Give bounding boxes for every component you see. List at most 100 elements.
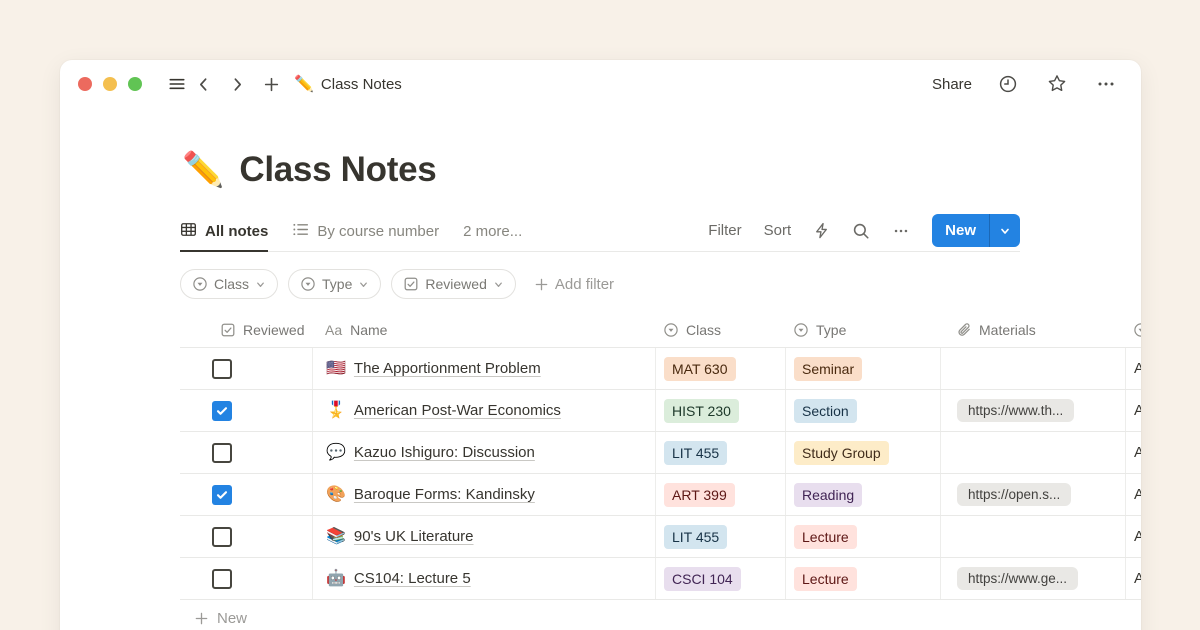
- select-icon: [300, 276, 316, 292]
- reviewed-cell: [180, 558, 312, 599]
- column-header-class[interactable]: Class: [655, 313, 785, 347]
- add-filter-label: Add filter: [555, 276, 614, 293]
- row-title-link[interactable]: Baroque Forms: Kandinsky: [354, 486, 535, 503]
- checkbox-unchecked[interactable]: [212, 527, 232, 547]
- new-row-label: New: [217, 610, 247, 627]
- materials-cell[interactable]: https://www.th...: [940, 390, 1125, 431]
- automation-lightning-icon[interactable]: [813, 222, 830, 239]
- page-title-emoji-icon[interactable]: ✏️: [182, 153, 224, 187]
- page-title: Class Notes: [239, 150, 436, 190]
- view-tab-all-notes[interactable]: All notes: [180, 214, 268, 252]
- new-page-plus-icon[interactable]: [258, 71, 284, 97]
- view-tab-label: By course number: [317, 223, 439, 240]
- database-table: ReviewedAaNameClassTypeMaterials 🇺🇸The A…: [180, 313, 1141, 600]
- select-icon: [192, 276, 208, 292]
- page-header: ✏️ Class Notes: [182, 150, 1141, 190]
- type-cell[interactable]: Seminar: [785, 348, 940, 389]
- history-clock-icon[interactable]: [995, 71, 1021, 97]
- add-filter-button[interactable]: Add filter: [534, 276, 614, 293]
- row-title-link[interactable]: CS104: Lecture 5: [354, 570, 471, 587]
- type-cell[interactable]: Lecture: [785, 558, 940, 599]
- select-icon: [793, 322, 809, 338]
- favorite-star-icon[interactable]: [1044, 71, 1070, 97]
- materials-url-pill[interactable]: https://www.ge...: [957, 567, 1078, 590]
- column-header-name[interactable]: AaName: [312, 313, 655, 347]
- filter-chip-label: Type: [322, 276, 352, 292]
- clipped-cell: A: [1125, 348, 1141, 389]
- nav-back-icon[interactable]: [190, 71, 216, 97]
- chevron-down-icon: [358, 279, 369, 290]
- class-cell[interactable]: ART 399: [655, 474, 785, 515]
- hamburger-menu-icon[interactable]: [164, 71, 190, 97]
- select-icon: [1133, 322, 1141, 338]
- class-tag: HIST 230: [664, 399, 739, 423]
- materials-cell[interactable]: https://www.ge...: [940, 558, 1125, 599]
- filter-bar: Class Type Reviewed Add filter: [180, 269, 1141, 299]
- nav-forward-icon[interactable]: [224, 71, 250, 97]
- class-cell[interactable]: LIT 455: [655, 516, 785, 557]
- view-tab-label: All notes: [205, 223, 268, 240]
- filter-chip-label: Reviewed: [425, 276, 486, 292]
- row-title-link[interactable]: 90's UK Literature: [354, 528, 474, 545]
- row-emoji-icon: 📚: [326, 529, 346, 545]
- filter-button[interactable]: Filter: [708, 222, 741, 239]
- close-traffic-light[interactable]: [78, 77, 92, 91]
- materials-url-pill[interactable]: https://www.th...: [957, 399, 1074, 422]
- class-cell[interactable]: LIT 455: [655, 432, 785, 473]
- type-cell[interactable]: Reading: [785, 474, 940, 515]
- materials-cell[interactable]: [940, 432, 1125, 473]
- type-tag: Lecture: [794, 567, 857, 591]
- filter-chip-type[interactable]: Type: [288, 269, 381, 299]
- type-tag: Section: [794, 399, 857, 423]
- name-cell: 🤖CS104: Lecture 5: [312, 558, 655, 599]
- materials-url-pill[interactable]: https://open.s...: [957, 483, 1071, 506]
- type-cell[interactable]: Section: [785, 390, 940, 431]
- column-header-label: Type: [816, 322, 846, 338]
- new-row-button[interactable]: New: [180, 600, 1141, 627]
- column-header-label: Name: [350, 322, 387, 338]
- row-emoji-icon: 🎨: [326, 487, 346, 503]
- new-dropdown-chevron-icon[interactable]: [989, 214, 1020, 247]
- class-cell[interactable]: MAT 630: [655, 348, 785, 389]
- column-header-reviewed[interactable]: Reviewed: [180, 313, 312, 347]
- zoom-traffic-light[interactable]: [128, 77, 142, 91]
- clipped-cell: A: [1125, 474, 1141, 515]
- row-title-link[interactable]: Kazuo Ishiguro: Discussion: [354, 444, 535, 461]
- sort-button[interactable]: Sort: [764, 222, 792, 239]
- class-tag: CSCI 104: [664, 567, 741, 591]
- filter-chip-reviewed[interactable]: Reviewed: [391, 269, 515, 299]
- new-button[interactable]: New: [932, 214, 989, 247]
- checkbox-unchecked[interactable]: [212, 359, 232, 379]
- view-tabs: All notes By course number 2 more...: [180, 214, 522, 251]
- clipped-cell: A: [1125, 516, 1141, 557]
- checkbox-unchecked[interactable]: [212, 443, 232, 463]
- type-tag: Lecture: [794, 525, 857, 549]
- materials-cell[interactable]: [940, 516, 1125, 557]
- checkbox-checked[interactable]: [212, 485, 232, 505]
- materials-cell[interactable]: [940, 348, 1125, 389]
- filter-chip-class[interactable]: Class: [180, 269, 278, 299]
- column-header-materials[interactable]: Materials: [940, 313, 1125, 347]
- checkbox-checked[interactable]: [212, 401, 232, 421]
- column-header-extra[interactable]: [1125, 313, 1141, 347]
- view-tab-more-views[interactable]: 2 more...: [463, 214, 522, 252]
- paperclip-icon: [956, 322, 972, 338]
- type-tag: Reading: [794, 483, 862, 507]
- breadcrumb[interactable]: ✏️ Class Notes: [294, 74, 402, 94]
- share-button[interactable]: Share: [932, 76, 972, 93]
- class-cell[interactable]: CSCI 104: [655, 558, 785, 599]
- column-header-type[interactable]: Type: [785, 313, 940, 347]
- more-options-icon[interactable]: [1093, 71, 1119, 97]
- view-tab-by-course-number[interactable]: By course number: [292, 214, 439, 252]
- view-options-ellipsis-icon[interactable]: [892, 222, 910, 240]
- clipped-cell: A: [1125, 558, 1141, 599]
- row-title-link[interactable]: The Apportionment Problem: [354, 360, 541, 377]
- type-cell[interactable]: Study Group: [785, 432, 940, 473]
- row-title-link[interactable]: American Post-War Economics: [354, 402, 561, 419]
- minimize-traffic-light[interactable]: [103, 77, 117, 91]
- class-cell[interactable]: HIST 230: [655, 390, 785, 431]
- materials-cell[interactable]: https://open.s...: [940, 474, 1125, 515]
- search-icon[interactable]: [852, 222, 870, 240]
- checkbox-unchecked[interactable]: [212, 569, 232, 589]
- type-cell[interactable]: Lecture: [785, 516, 940, 557]
